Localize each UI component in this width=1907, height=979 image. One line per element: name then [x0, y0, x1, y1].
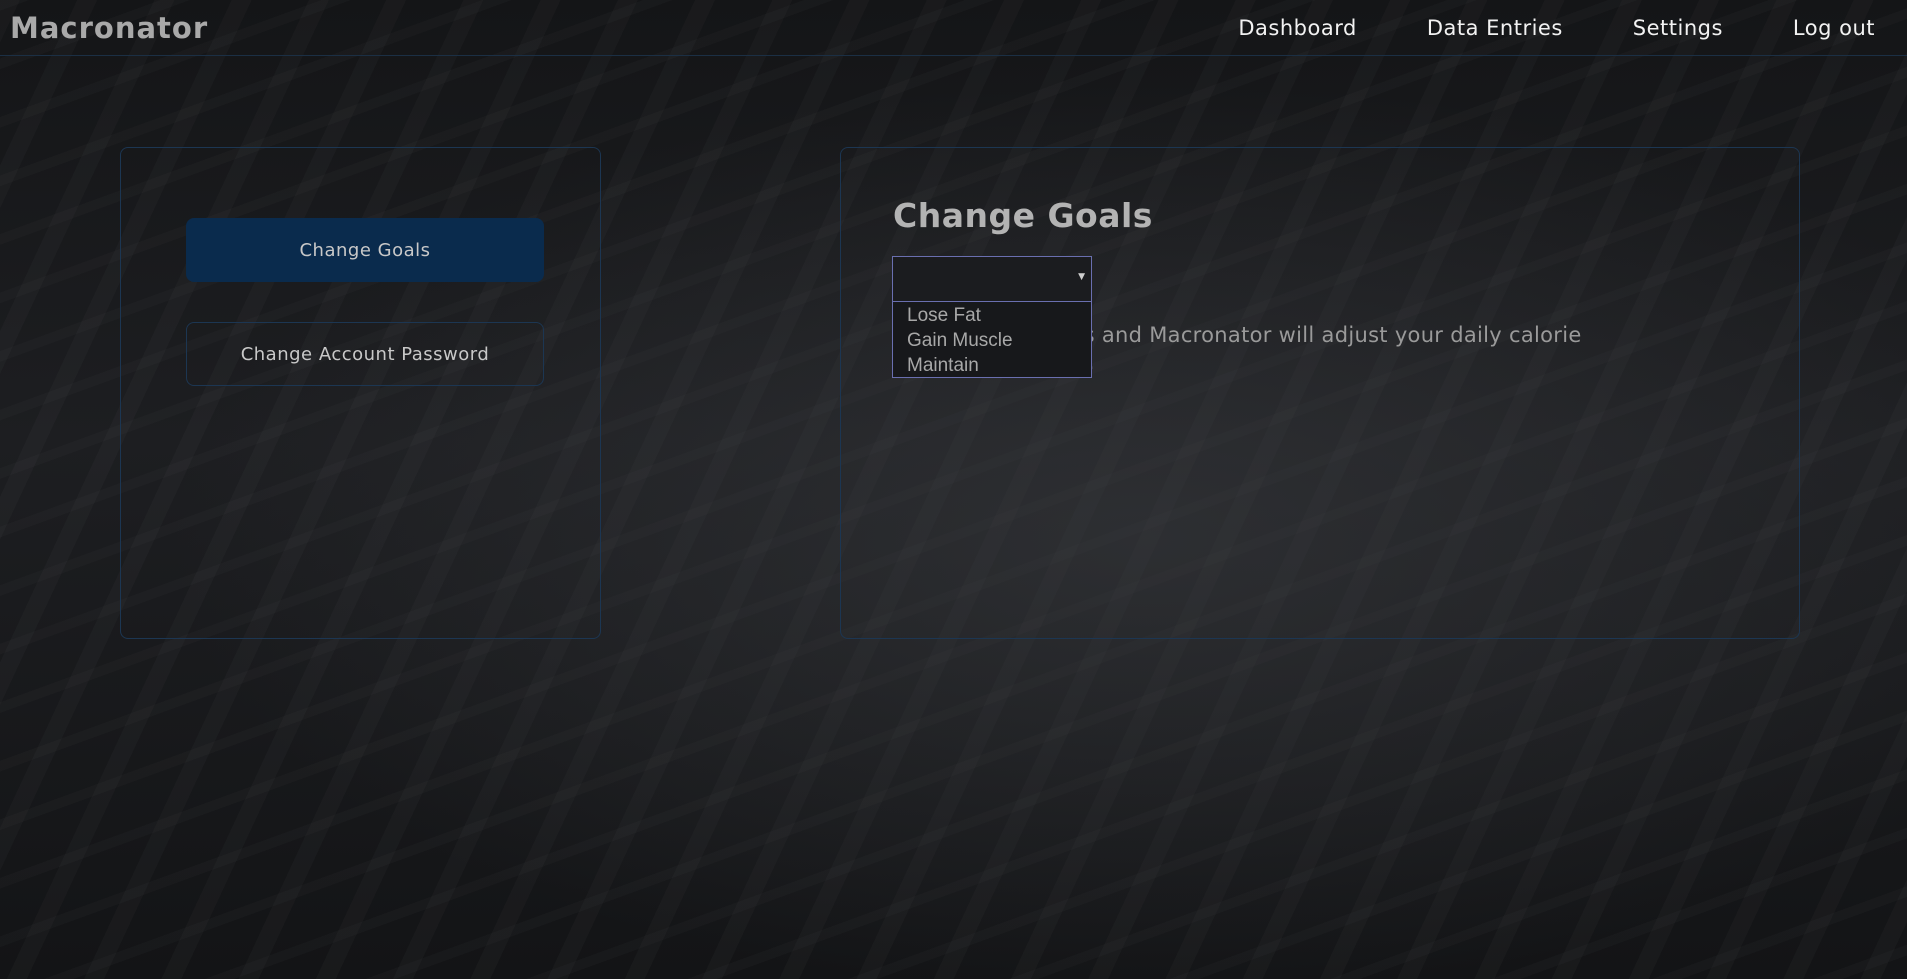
nav-links: Dashboard Data Entries Settings Log out: [1168, 16, 1875, 40]
option-gain-muscle[interactable]: Gain Muscle: [907, 328, 1091, 353]
top-navbar: Macronator Dashboard Data Entries Settin…: [0, 0, 1907, 56]
change-goals-panel: Change Goals Change your goals and Macro…: [840, 147, 1800, 639]
option-lose-fat[interactable]: Lose Fat: [907, 303, 1091, 328]
nav-settings[interactable]: Settings: [1633, 16, 1723, 40]
change-password-button[interactable]: Change Account Password: [186, 322, 544, 386]
change-goals-button[interactable]: Change Goals: [186, 218, 544, 282]
brand-logo[interactable]: Macronator: [10, 11, 208, 45]
goal-select[interactable]: ▼: [892, 256, 1092, 302]
nav-log-out[interactable]: Log out: [1793, 16, 1875, 40]
nav-data-entries[interactable]: Data Entries: [1427, 16, 1563, 40]
section-title: Change Goals: [893, 196, 1153, 235]
option-maintain[interactable]: Maintain: [907, 353, 1091, 378]
nav-dashboard[interactable]: Dashboard: [1238, 16, 1356, 40]
caret-down-icon: ▼: [1078, 272, 1085, 282]
settings-sidebar-panel: Change Goals Change Account Password: [120, 147, 601, 639]
goal-dropdown-list: Lose Fat Gain Muscle Maintain: [892, 302, 1092, 378]
